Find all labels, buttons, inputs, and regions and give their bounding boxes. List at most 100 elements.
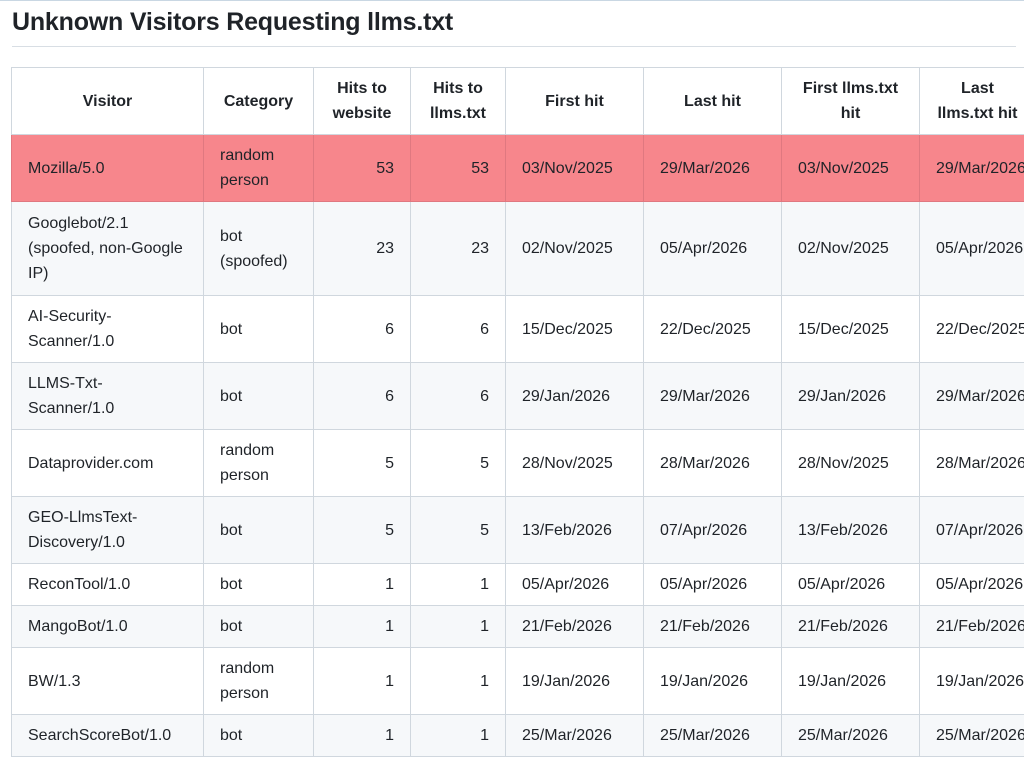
table-row: MangoBot/1.0 bot 1 1 21/Feb/2026 21/Feb/… [11,605,1024,648]
cell-hits-website: 6 [313,295,411,363]
cell-hits-website: 6 [313,362,411,430]
cell-hits-website: 23 [313,201,411,296]
table-row: SearchScoreBot/1.0 bot 1 1 25/Mar/2026 2… [11,714,1024,757]
cell-category: bot [203,563,314,606]
cell-first-hit: 29/Jan/2026 [505,362,644,430]
cell-last-hit: 29/Mar/2026 [643,134,782,202]
cell-last-llms: 22/Dec/2025 [919,295,1024,363]
cell-hits-llms: 6 [410,362,506,430]
cell-hits-llms: 1 [410,714,506,757]
cell-first-llms: 19/Jan/2026 [781,647,920,715]
cell-hits-llms: 6 [410,295,506,363]
header-hits-llms: Hits to llms.txt [410,67,506,135]
cell-last-llms: 28/Mar/2026 [919,429,1024,497]
page: Unknown Visitors Requesting llms.txt Vis… [0,0,1024,763]
cell-last-llms: 05/Apr/2026 [919,201,1024,296]
cell-last-llms: 29/Mar/2026 [919,134,1024,202]
cell-category: bot (spoofed) [203,201,314,296]
cell-last-hit: 25/Mar/2026 [643,714,782,757]
cell-category: bot [203,295,314,363]
cell-visitor: AI-Security-Scanner/1.0 [11,295,204,363]
cell-last-hit: 29/Mar/2026 [643,362,782,430]
cell-visitor: LLMS-Txt-Scanner/1.0 [11,362,204,430]
cell-first-hit: 28/Nov/2025 [505,429,644,497]
cell-first-hit: 05/Apr/2026 [505,563,644,606]
page-title: Unknown Visitors Requesting llms.txt [12,8,454,36]
cell-last-llms: 19/Jan/2026 [919,647,1024,715]
cell-last-llms: 29/Mar/2026 [919,362,1024,430]
cell-visitor: Dataprovider.com [11,429,204,497]
cell-first-hit: 02/Nov/2025 [505,201,644,296]
cell-first-llms: 28/Nov/2025 [781,429,920,497]
cell-last-hit: 21/Feb/2026 [643,605,782,648]
cell-hits-llms: 5 [410,496,506,564]
cell-category: random person [203,429,314,497]
cell-hits-llms: 5 [410,429,506,497]
header-category: Category [203,67,314,135]
table-row: BW/1.3 random person 1 1 19/Jan/2026 19/… [11,647,1024,715]
title-divider [12,46,1016,47]
cell-last-llms: 21/Feb/2026 [919,605,1024,648]
visitors-table: Visitor Category Hits to website Hits to… [11,67,1024,757]
cell-first-hit: 03/Nov/2025 [505,134,644,202]
cell-visitor: SearchScoreBot/1.0 [11,714,204,757]
cell-last-hit: 07/Apr/2026 [643,496,782,564]
table-scroll-container[interactable]: Visitor Category Hits to website Hits to… [11,67,1024,763]
cell-hits-website: 1 [313,605,411,648]
cell-hits-website: 1 [313,647,411,715]
table-row: Googlebot/2.1 (spoofed, non-Google IP) b… [11,201,1024,296]
cell-last-hit: 19/Jan/2026 [643,647,782,715]
cell-first-hit: 19/Jan/2026 [505,647,644,715]
cell-category: bot [203,605,314,648]
cell-hits-website: 5 [313,429,411,497]
header-first-llms: First llms.txt hit [781,67,920,135]
cell-first-llms: 15/Dec/2025 [781,295,920,363]
table-body: Mozilla/5.0 random person 53 53 03/Nov/2… [11,134,1024,757]
cell-visitor: Googlebot/2.1 (spoofed, non-Google IP) [11,201,204,296]
cell-last-llms: 07/Apr/2026 [919,496,1024,564]
table-header: Visitor Category Hits to website Hits to… [11,67,1024,135]
cell-first-hit: 15/Dec/2025 [505,295,644,363]
cell-visitor: Mozilla/5.0 [11,134,204,202]
header-visitor: Visitor [11,67,204,135]
header-last-hit: Last hit [643,67,782,135]
cell-hits-llms: 1 [410,563,506,606]
cell-first-llms: 29/Jan/2026 [781,362,920,430]
table-row: ReconTool/1.0 bot 1 1 05/Apr/2026 05/Apr… [11,563,1024,606]
table-row-highlighted: Mozilla/5.0 random person 53 53 03/Nov/2… [11,134,1024,202]
cell-category: bot [203,362,314,430]
cell-category: bot [203,496,314,564]
cell-first-llms: 25/Mar/2026 [781,714,920,757]
table-row: Dataprovider.com random person 5 5 28/No… [11,429,1024,497]
cell-visitor: ReconTool/1.0 [11,563,204,606]
header-hits-website: Hits to website [313,67,411,135]
cell-visitor: MangoBot/1.0 [11,605,204,648]
cell-last-llms: 25/Mar/2026 [919,714,1024,757]
cell-hits-llms: 1 [410,647,506,715]
header-row: Visitor Category Hits to website Hits to… [11,67,1024,135]
cell-hits-llms: 1 [410,605,506,648]
cell-last-hit: 05/Apr/2026 [643,563,782,606]
cell-hits-website: 53 [313,134,411,202]
cell-visitor: BW/1.3 [11,647,204,715]
cell-first-hit: 21/Feb/2026 [505,605,644,648]
table-row: LLMS-Txt-Scanner/1.0 bot 6 6 29/Jan/2026… [11,362,1024,430]
cell-first-llms: 02/Nov/2025 [781,201,920,296]
cell-last-hit: 05/Apr/2026 [643,201,782,296]
cell-hits-website: 1 [313,563,411,606]
header-first-hit: First hit [505,67,644,135]
cell-first-hit: 25/Mar/2026 [505,714,644,757]
cell-category: random person [203,134,314,202]
cell-first-llms: 21/Feb/2026 [781,605,920,648]
cell-first-hit: 13/Feb/2026 [505,496,644,564]
header-last-llms: Last llms.txt hit [919,67,1024,135]
table-row: GEO-LlmsText-Discovery/1.0 bot 5 5 13/Fe… [11,496,1024,564]
top-divider [0,0,1024,1]
cell-category: random person [203,647,314,715]
cell-first-llms: 05/Apr/2026 [781,563,920,606]
cell-first-llms: 03/Nov/2025 [781,134,920,202]
cell-hits-website: 5 [313,496,411,564]
cell-last-hit: 28/Mar/2026 [643,429,782,497]
cell-hits-website: 1 [313,714,411,757]
cell-hits-llms: 53 [410,134,506,202]
